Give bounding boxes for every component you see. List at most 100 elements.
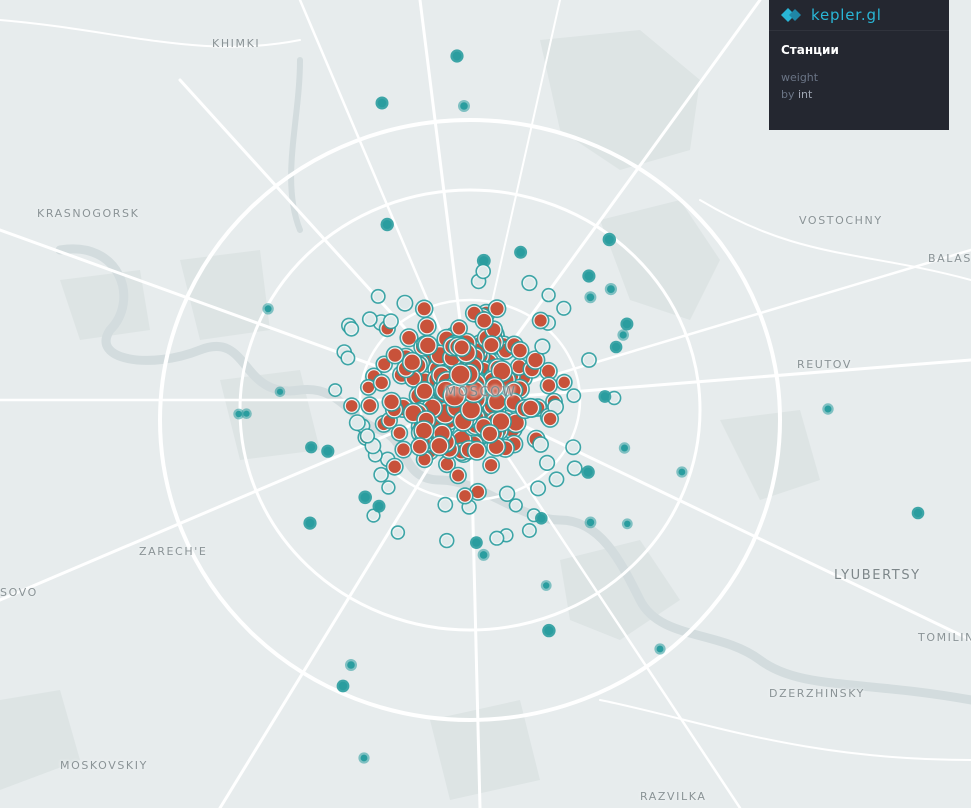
station-point[interactable] — [361, 429, 374, 442]
station-point[interactable] — [323, 446, 333, 456]
station-point[interactable] — [360, 754, 368, 762]
station-point[interactable] — [342, 352, 354, 364]
station-point[interactable] — [398, 296, 412, 311]
station-point[interactable] — [678, 468, 686, 476]
station-point[interactable] — [329, 384, 341, 396]
station-point[interactable] — [624, 520, 631, 527]
station-point[interactable] — [489, 300, 505, 317]
station-point[interactable] — [387, 347, 403, 363]
station-point[interactable] — [450, 468, 466, 483]
station-point[interactable] — [392, 526, 404, 539]
station-point[interactable] — [460, 102, 468, 110]
station-point[interactable] — [543, 582, 550, 589]
station-point[interactable] — [483, 457, 499, 473]
station-point[interactable] — [516, 248, 525, 257]
station-point[interactable] — [350, 415, 365, 430]
station-point[interactable] — [418, 318, 436, 335]
station-point[interactable] — [450, 364, 471, 385]
station-point[interactable] — [550, 472, 563, 486]
station-point[interactable] — [566, 440, 580, 454]
station-point[interactable] — [600, 392, 610, 401]
station-point[interactable] — [305, 518, 315, 528]
station-point[interactable] — [542, 411, 558, 427]
station-point[interactable] — [512, 342, 528, 359]
station-point[interactable] — [363, 312, 377, 326]
station-point[interactable] — [619, 331, 627, 339]
station-point[interactable] — [527, 351, 544, 369]
station-point[interactable] — [403, 353, 421, 371]
station-point[interactable] — [541, 378, 557, 394]
station-point[interactable] — [544, 626, 554, 636]
station-point[interactable] — [557, 375, 572, 390]
station-point[interactable] — [477, 265, 490, 278]
station-point[interactable] — [490, 532, 503, 545]
station-point[interactable] — [621, 444, 628, 452]
station-point[interactable] — [656, 645, 664, 653]
station-point[interactable] — [522, 399, 540, 417]
station-point[interactable] — [387, 459, 403, 475]
station-point[interactable] — [384, 314, 398, 328]
station-point[interactable] — [472, 538, 481, 547]
station-point[interactable] — [430, 436, 449, 455]
station-point[interactable] — [276, 388, 284, 395]
station-point[interactable] — [458, 488, 473, 503]
station-point[interactable] — [372, 290, 385, 303]
station-point[interactable] — [382, 481, 394, 494]
station-point[interactable] — [537, 514, 546, 523]
station-point[interactable] — [415, 382, 434, 400]
station-point[interactable] — [479, 551, 488, 559]
station-point[interactable] — [360, 492, 370, 502]
station-point[interactable] — [452, 51, 462, 61]
station-point[interactable] — [243, 410, 250, 417]
station-point[interactable] — [264, 305, 272, 313]
station-point[interactable] — [374, 468, 388, 481]
station-point[interactable] — [451, 320, 467, 336]
station-point[interactable] — [531, 482, 545, 495]
station-point[interactable] — [338, 681, 348, 691]
station-point[interactable] — [533, 437, 548, 452]
station-point[interactable] — [414, 421, 433, 440]
station-point[interactable] — [382, 220, 392, 229]
station-point[interactable] — [418, 336, 437, 355]
brand-name[interactable]: kepler.gl — [811, 6, 882, 24]
station-point[interactable] — [568, 461, 581, 475]
station-point[interactable] — [582, 353, 596, 367]
station-point[interactable] — [913, 508, 923, 518]
station-point[interactable] — [468, 442, 486, 460]
station-point[interactable] — [557, 302, 570, 315]
station-point[interactable] — [533, 313, 548, 328]
station-point[interactable] — [307, 443, 316, 452]
station-point[interactable] — [510, 499, 522, 511]
station-point[interactable] — [481, 425, 499, 443]
station-point[interactable] — [612, 342, 621, 352]
station-point[interactable] — [347, 661, 355, 669]
station-point[interactable] — [362, 397, 378, 414]
station-point[interactable] — [586, 518, 595, 527]
station-point[interactable] — [522, 276, 536, 290]
station-point[interactable] — [540, 363, 557, 379]
station-point[interactable] — [235, 410, 242, 418]
station-point[interactable] — [483, 336, 500, 354]
station-point[interactable] — [377, 98, 387, 108]
station-point[interactable] — [535, 340, 549, 354]
station-point[interactable] — [344, 398, 359, 413]
station-point[interactable] — [586, 293, 595, 302]
station-point[interactable] — [540, 456, 554, 470]
station-point[interactable] — [500, 487, 514, 501]
station-point[interactable] — [374, 501, 384, 511]
station-point[interactable] — [622, 319, 632, 329]
station-point[interactable] — [345, 322, 358, 336]
station-point[interactable] — [440, 534, 453, 547]
station-point[interactable] — [523, 524, 536, 537]
station-point[interactable] — [607, 285, 615, 293]
station-point[interactable] — [542, 289, 555, 301]
station-point[interactable] — [383, 393, 400, 411]
station-point[interactable] — [416, 301, 432, 317]
station-point[interactable] — [567, 389, 580, 402]
station-point[interactable] — [439, 456, 455, 472]
station-point[interactable] — [583, 467, 593, 477]
station-point[interactable] — [584, 271, 594, 281]
station-point[interactable] — [824, 405, 832, 413]
station-point[interactable] — [438, 498, 452, 511]
station-point[interactable] — [374, 375, 390, 391]
